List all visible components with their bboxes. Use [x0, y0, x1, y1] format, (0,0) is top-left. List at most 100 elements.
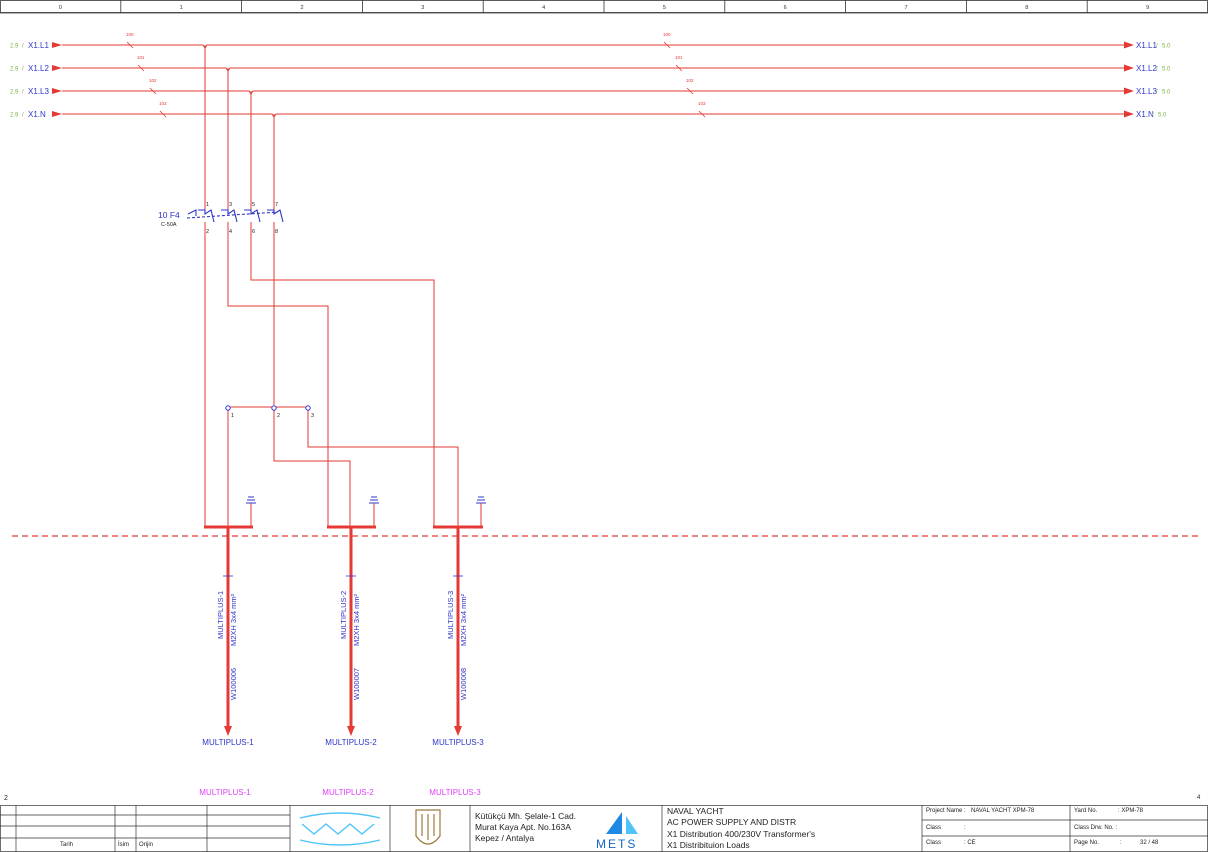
drop-wires — [204, 45, 275, 210]
routing-wires — [204, 232, 459, 527]
page-right-number: 4 — [1197, 795, 1201, 801]
yard-label: Yard No. — [1074, 808, 1098, 814]
mets-logo: METS — [596, 812, 638, 851]
cable-multiplus-3[interactable]: MULTIPLUS-3 M2XH 3x4 mm² W100008 MULTIPLUS-… — [429, 527, 484, 797]
ref-separator: / — [1156, 67, 1158, 73]
wire-number: 101 — [675, 55, 683, 60]
cable-id: W100008 — [459, 668, 468, 700]
cable-arrow — [454, 726, 462, 736]
cable-id: W100006 — [229, 668, 238, 700]
bus-x1-l3: 2.9/X1.L3 X1.L3/5.0102 102 — [10, 78, 1171, 96]
breaker-terminal-bottom: 6 — [252, 229, 255, 235]
ref-separator: / — [22, 113, 24, 119]
cable-arrow — [347, 726, 355, 736]
breaker-rating: C-50A — [161, 222, 177, 228]
page-value: 32 / 48 — [1140, 840, 1159, 846]
cable-destination: MULTIPLUS-1 — [202, 738, 254, 747]
cable-multiplus-2[interactable]: MULTIPLUS-2 M2XH 3x4 mm² W100007 MULTIPLUS-… — [322, 527, 377, 797]
class1-value: : — [964, 825, 966, 831]
column-label: 5 — [663, 5, 666, 11]
schematic-sheet: 0123456789 2.9/X1.L1 X1.L1/5.0100 1002.9/X… — [0, 0, 1208, 852]
bus-out-arrow — [1124, 64, 1134, 72]
column-label: 3 — [421, 5, 424, 11]
bus-out-arrow — [1124, 87, 1134, 95]
ref-separator: / — [1156, 90, 1158, 96]
breaker-terminal-bottom: 8 — [275, 229, 278, 235]
column-label: 1 — [180, 5, 183, 11]
cable-arrow — [224, 726, 232, 736]
bus-right-ref: 5.0 — [1162, 90, 1171, 96]
cable-name: MULTIPLUS-2 — [339, 591, 348, 639]
bus-left-label[interactable]: X1.L2 — [28, 64, 49, 73]
bus-wire — [62, 67, 1124, 72]
bus-out-arrow — [1124, 41, 1134, 49]
bus-x1-l2: 2.9/X1.L2 X1.L2/5.0101 101 — [10, 55, 1171, 73]
breaker-terminal-bottom: 4 — [229, 229, 232, 235]
column-ruler: 0 1 2 3 4 5 6 7 8 9 — [0, 0, 1208, 14]
bus-right-label[interactable]: X1.L1 — [1136, 41, 1157, 50]
bus-left-label[interactable]: X1.L3 — [28, 87, 49, 96]
ref-separator: / — [22, 67, 24, 73]
ref-separator: / — [22, 90, 24, 96]
class-drw-label: Class Drw. No. : — [1074, 825, 1118, 831]
breaker-terminal-top: 7 — [275, 202, 278, 208]
wire-number: 102 — [686, 78, 694, 83]
breaker-10f4[interactable]: 10 F4 C-50A 1 3 5 7 2 4 6 8 — [158, 202, 284, 235]
drawing-title-2: AC POWER SUPPLY AND DISTR — [667, 817, 797, 827]
cable-multiplus-1[interactable]: MULTIPLUS-1 M2XH 3x4 mm² W100006 MULTIPLUS-… — [199, 527, 254, 797]
wire-number: 100 — [663, 32, 671, 37]
ref-separator: / — [22, 44, 24, 50]
column-label: 7 — [904, 5, 907, 11]
breaker-terminal-top: 5 — [252, 202, 255, 208]
bus-wire — [62, 44, 1124, 49]
device-footer-label: MULTIPLUS-1 — [199, 788, 251, 797]
cable-spec: M2XH 3x4 mm² — [459, 593, 468, 646]
device-footer-label: MULTIPLUS-2 — [322, 788, 374, 797]
bus-lines: 2.9/X1.L1 X1.L1/5.0100 1002.9/X1.L2 X1.L2/5… — [10, 32, 1171, 119]
class2-label: Class — [926, 840, 942, 846]
bus-left-label[interactable]: X1.N — [28, 110, 46, 119]
page-sep: : — [1120, 840, 1122, 846]
switch-terminal-label: 1 — [231, 413, 234, 419]
ground-symbols — [246, 496, 486, 527]
drawing-title-3: X1 Distribution 400/230V Transformer's — [667, 829, 816, 839]
mets-logo-text: METS — [596, 837, 637, 851]
address-line-2: Murat Kaya Apt. No.163A — [475, 822, 571, 832]
wire-number: 100 — [126, 32, 134, 37]
column-label: 6 — [784, 5, 787, 11]
page-left-number: 2 — [4, 795, 8, 802]
class2-value: : CE — [964, 840, 976, 846]
column-label: 9 — [1146, 5, 1149, 11]
bus-left-label[interactable]: X1.L1 — [28, 41, 49, 50]
cable-spec: M2XH 3x4 mm² — [352, 593, 361, 646]
selector-switch[interactable]: 1 2 3 — [225, 405, 314, 419]
cable-destination: MULTIPLUS-2 — [325, 738, 377, 747]
bus-left-ref: 2.9 — [10, 113, 19, 119]
bus-wire — [62, 113, 1124, 118]
project-label: Project Name : — [926, 808, 966, 814]
wire-number: 101 — [137, 55, 145, 60]
cable-group: MULTIPLUS-1 M2XH 3x4 mm² W100006 MULTIPLUS-… — [199, 527, 484, 797]
cable-spec: M2XH 3x4 mm² — [229, 593, 238, 646]
bus-x1-n: 2.9/X1.N X1.N/5.0103 103 — [10, 101, 1167, 119]
bus-right-label[interactable]: X1.L3 — [1136, 87, 1157, 96]
bus-left-ref: 2.9 — [10, 67, 19, 73]
bus-right-ref: 5.0 — [1158, 113, 1167, 119]
wire-number: 102 — [149, 78, 157, 83]
column-label: 0 — [59, 5, 62, 11]
bus-right-label[interactable]: X1.L2 — [1136, 64, 1157, 73]
cable-name: MULTIPLUS-1 — [216, 591, 225, 639]
project-value: NAVAL YACHT XPM-78 — [971, 808, 1035, 814]
wire-number: 103 — [698, 101, 706, 106]
wire-number: 103 — [159, 101, 167, 106]
breaker-terminal-top: 1 — [206, 202, 209, 208]
bus-left-ref: 2.9 — [10, 90, 19, 96]
cable-destination: MULTIPLUS-3 — [432, 738, 484, 747]
bus-wire — [62, 90, 1124, 95]
bus-in-arrow — [52, 111, 62, 117]
rev-header-name: İsim — [118, 842, 129, 848]
breaker-terminal-bottom: 2 — [206, 229, 209, 235]
drawing-title-1: NAVAL YACHT — [667, 806, 724, 816]
crest-logo — [415, 809, 441, 845]
column-label: 4 — [542, 5, 545, 11]
